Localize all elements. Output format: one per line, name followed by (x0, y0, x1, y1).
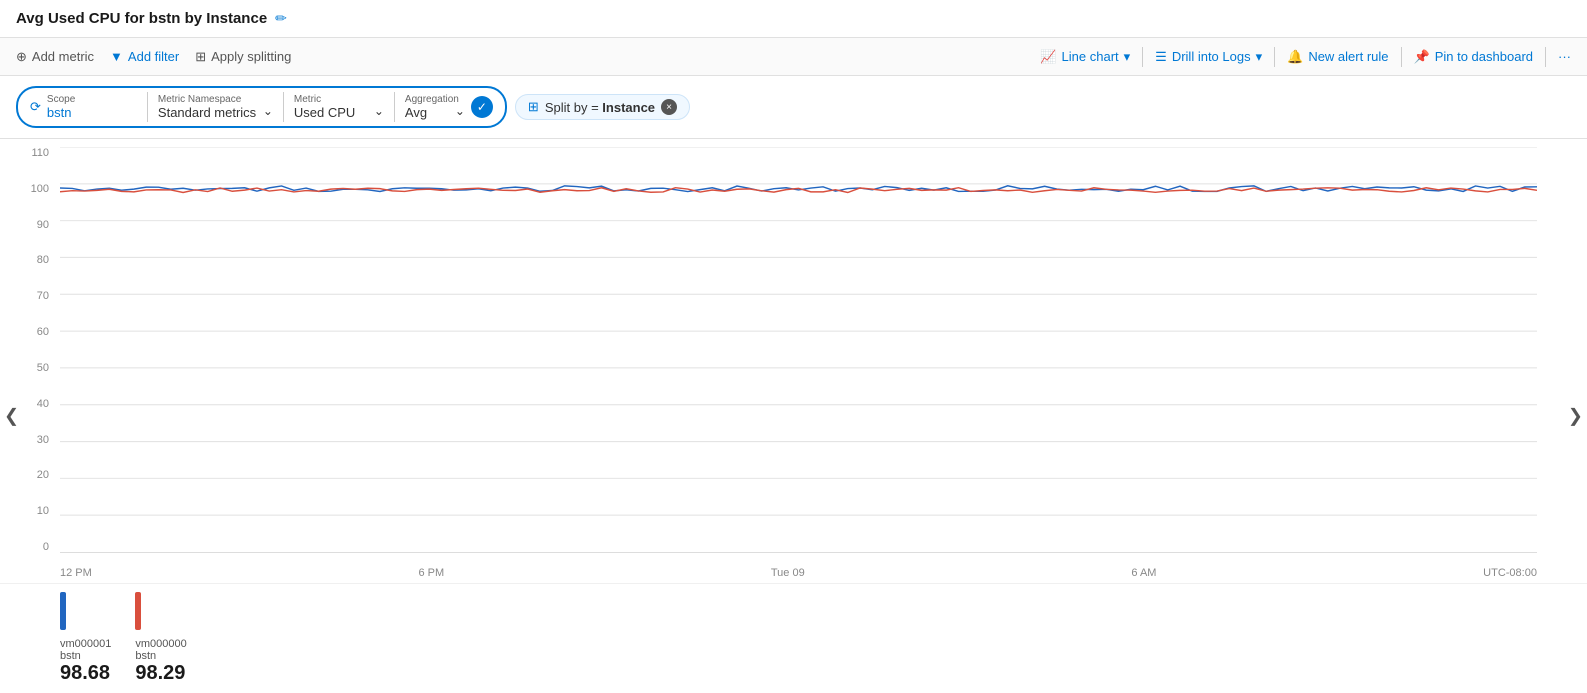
y-label-70: 70 (5, 290, 49, 302)
split-icon: ⊞ (528, 99, 539, 115)
apply-metric-button[interactable]: ✓ (471, 96, 493, 118)
y-label-0: 0 (5, 541, 49, 553)
new-alert-icon: 🔔 (1287, 49, 1303, 65)
config-separator-1 (147, 92, 148, 122)
toolbar-divider-2 (1274, 47, 1275, 67)
legend-sub-1: bstn (135, 650, 186, 662)
line-chart-icon: 📈 (1040, 49, 1056, 65)
check-icon: ✓ (477, 100, 487, 114)
chart-legend: vm000001 bstn 98.68 vm000000 bstn 98.29 (0, 583, 1587, 693)
scope-label: Scope (47, 94, 137, 105)
apply-splitting-icon: ⊞ (195, 49, 206, 65)
toolbar-divider-4 (1545, 47, 1546, 67)
new-alert-button[interactable]: 🔔 New alert rule (1287, 49, 1388, 65)
config-separator-2 (283, 92, 284, 122)
edit-title-icon[interactable]: ✏ (275, 10, 287, 27)
x-label-12pm: 12 PM (60, 567, 92, 579)
y-label-100: 100 (5, 183, 49, 195)
add-filter-label: Add filter (128, 49, 179, 64)
metric-dropdown-wrapper: Metric Used CPU (294, 94, 384, 120)
chart-next-button[interactable]: ❯ (1568, 406, 1583, 427)
x-label-tue09: Tue 09 (771, 567, 805, 579)
config-separator-3 (394, 92, 395, 122)
legend-color-bar-0 (60, 592, 66, 630)
line-chart-button[interactable]: 📈 Line chart ▾ (1040, 49, 1130, 65)
namespace-dropdown[interactable]: Standard metrics (158, 105, 273, 120)
more-icon: ··· (1558, 49, 1571, 64)
grid-svg (60, 147, 1537, 552)
y-label-90: 90 (5, 219, 49, 231)
drill-logs-icon: ☰ (1155, 49, 1167, 65)
toolbar-divider-1 (1142, 47, 1143, 67)
split-by-text: Split by = Instance (545, 100, 655, 115)
toolbar-divider-3 (1401, 47, 1402, 67)
y-label-20: 20 (5, 469, 49, 481)
metric-query-icon: ⟳ (30, 99, 41, 115)
legend-item-0: vm000001 bstn 98.68 (60, 592, 111, 685)
split-close-icon: × (666, 102, 672, 113)
metric-label: Metric (294, 94, 384, 105)
drill-logs-chevron-icon: ▾ (1256, 49, 1263, 65)
line-chart-label: Line chart (1062, 49, 1119, 64)
chart-plot (60, 147, 1537, 553)
legend-name-0: vm000001 (60, 638, 111, 650)
more-options-button[interactable]: ··· (1558, 49, 1571, 64)
metric-config-row: ⟳ Scope Metric Namespace Standard metric… (0, 76, 1587, 139)
x-label-tz: UTC-08:00 (1483, 567, 1537, 579)
legend-item-1: vm000000 bstn 98.29 (135, 592, 186, 685)
y-axis: 110 100 90 80 70 60 50 40 30 20 10 0 (5, 147, 55, 553)
chart-area: ❮ ❯ 110 100 90 80 70 60 50 40 30 20 10 0 (0, 139, 1587, 693)
line-chart-chevron-icon: ▾ (1124, 49, 1131, 65)
y-label-110: 110 (5, 147, 49, 159)
aggregation-dropdown-wrapper: Aggregation Avg (405, 94, 465, 120)
split-value: Instance (602, 100, 655, 115)
scope-input[interactable] (47, 105, 137, 120)
chart-prev-button[interactable]: ❮ (4, 406, 19, 427)
y-label-80: 80 (5, 254, 49, 266)
aggregation-label: Aggregation (405, 94, 465, 105)
toolbar: ⊕ Add metric ▼ Add filter ⊞ Apply splitt… (0, 38, 1587, 76)
apply-splitting-label: Apply splitting (211, 49, 291, 64)
aggregation-dropdown[interactable]: Avg (405, 105, 465, 120)
pin-icon: 📌 (1414, 49, 1430, 65)
legend-sub-0: bstn (60, 650, 111, 662)
add-metric-icon: ⊕ (16, 49, 27, 65)
split-remove-button[interactable]: × (661, 99, 677, 115)
page-wrapper: Avg Used CPU for bstn by Instance ✏ ⊕ Ad… (0, 0, 1587, 693)
x-label-6pm: 6 PM (418, 567, 444, 579)
legend-value-0: 98.68 (60, 662, 111, 685)
legend-name-1: vm000000 (135, 638, 186, 650)
add-metric-button[interactable]: ⊕ Add metric (16, 49, 94, 65)
y-label-10: 10 (5, 505, 49, 517)
toolbar-left: ⊕ Add metric ▼ Add filter ⊞ Apply splitt… (16, 49, 1020, 65)
legend-color-bar-1 (135, 592, 141, 630)
add-filter-icon: ▼ (110, 49, 123, 64)
page-title: Avg Used CPU for bstn by Instance (16, 10, 267, 27)
y-label-60: 60 (5, 326, 49, 338)
namespace-dropdown-wrapper: Metric Namespace Standard metrics (158, 94, 273, 120)
x-axis: 12 PM 6 PM Tue 09 6 AM UTC-08:00 (60, 567, 1537, 579)
y-label-30: 30 (5, 434, 49, 446)
legend-value-1: 98.29 (135, 662, 186, 685)
drill-logs-label: Drill into Logs (1172, 49, 1251, 64)
apply-splitting-button[interactable]: ⊞ Apply splitting (195, 49, 291, 65)
scope-section: Scope (47, 94, 137, 120)
metric-query-box: ⟳ Scope Metric Namespace Standard metric… (16, 86, 507, 128)
metric-dropdown[interactable]: Used CPU (294, 105, 384, 120)
legend-labels-0: vm000001 bstn 98.68 (60, 638, 111, 685)
toolbar-right: 📈 Line chart ▾ ☰ Drill into Logs ▾ 🔔 New… (1040, 47, 1571, 67)
pin-label: Pin to dashboard (1435, 49, 1533, 64)
split-by-pill[interactable]: ⊞ Split by = Instance × (515, 94, 690, 120)
namespace-label: Metric Namespace (158, 94, 273, 105)
x-label-6am: 6 AM (1131, 567, 1156, 579)
title-bar: Avg Used CPU for bstn by Instance ✏ (0, 0, 1587, 38)
y-label-50: 50 (5, 362, 49, 374)
legend-labels-1: vm000000 bstn 98.29 (135, 638, 186, 685)
add-filter-button[interactable]: ▼ Add filter (110, 49, 179, 64)
pin-dashboard-button[interactable]: 📌 Pin to dashboard (1414, 49, 1533, 65)
add-metric-label: Add metric (32, 49, 94, 64)
drill-logs-button[interactable]: ☰ Drill into Logs ▾ (1155, 49, 1262, 65)
new-alert-label: New alert rule (1308, 49, 1388, 64)
